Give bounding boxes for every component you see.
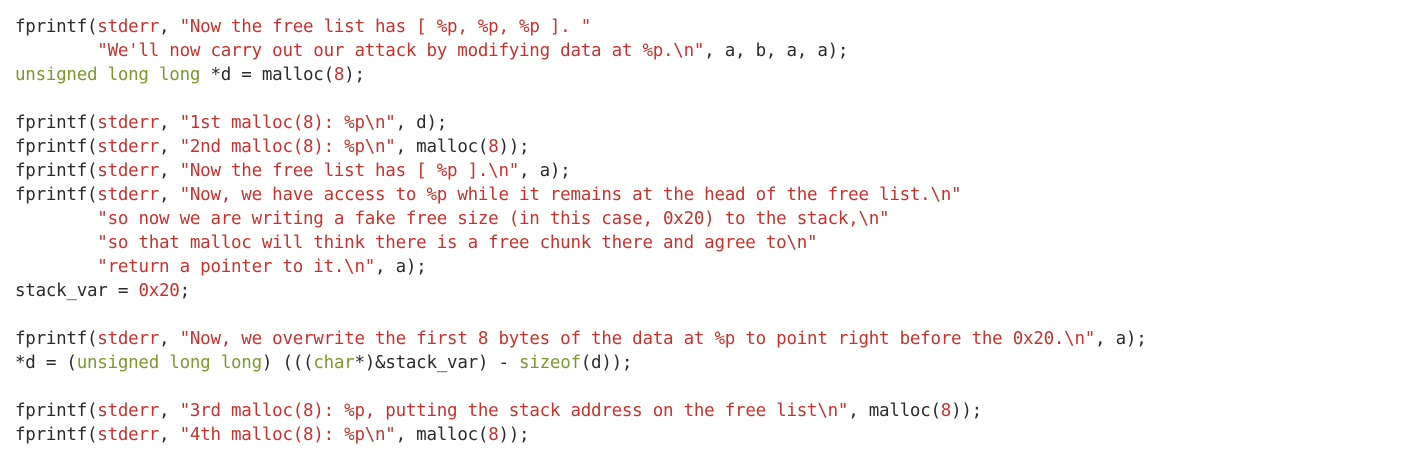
code-token-type: sizeof — [519, 353, 581, 373]
code-token-plain: , d); — [395, 113, 448, 133]
code-token-str: "We'll now carry out our attack by modif… — [97, 41, 705, 61]
code-token-type: unsigned long long — [76, 353, 262, 373]
code-line: "so that malloc will think there is a fr… — [15, 231, 1406, 255]
code-token-num: 8 — [488, 425, 499, 445]
code-token-plain: *)&stack_var) - — [354, 353, 520, 373]
code-token-str: "Now, we have access to %p while it rema… — [179, 185, 962, 205]
code-token-plain: ); — [344, 65, 365, 85]
code-token-str: stderr — [97, 161, 160, 181]
code-token-plain: fprintf( — [15, 137, 98, 157]
code-token-str: stderr — [97, 185, 160, 205]
code-token-plain: ; — [179, 281, 191, 301]
code-token-plain: )); — [951, 401, 982, 421]
code-token-plain: , — [159, 329, 180, 349]
code-token-str: "return a pointer to it.\n" — [97, 257, 376, 277]
code-line: fprintf(stderr, "Now, we have access to … — [15, 183, 1406, 207]
code-token-plain: , — [159, 161, 180, 181]
code-token-plain: fprintf( — [15, 425, 98, 445]
code-token-plain: , a); — [519, 161, 571, 181]
code-token-str: stderr — [97, 401, 160, 421]
code-line: fprintf(stderr, "2nd malloc(8): %p\n", m… — [15, 135, 1406, 159]
code-line: "so now we are writing a fake free size … — [15, 207, 1406, 231]
code-token-plain: , malloc( — [395, 137, 489, 157]
code-token-plain: , — [159, 425, 180, 445]
code-line: unsigned long long *d = malloc(8); — [15, 63, 1406, 87]
code-token-plain: fprintf( — [15, 185, 98, 205]
code-line: fprintf(stderr, "Now, we overwrite the f… — [15, 327, 1406, 351]
code-token-plain: stack_var = — [15, 281, 139, 301]
code-token-str: "so now we are writing a fake free size … — [97, 209, 890, 229]
code-token-plain: ) ((( — [261, 353, 314, 373]
code-line: "We'll now carry out our attack by modif… — [15, 39, 1406, 63]
code-token-str: "2nd malloc(8): %p\n" — [179, 137, 396, 157]
code-token-plain: , — [159, 113, 180, 133]
code-token-num: 8 — [333, 65, 345, 85]
code-token-num: 8 — [940, 401, 952, 421]
code-token-plain: , a); — [375, 257, 427, 277]
code-token-str: "1st malloc(8): %p\n" — [179, 113, 396, 133]
code-token-plain: fprintf( — [15, 401, 98, 421]
code-token-plain: *d = ( — [15, 353, 77, 373]
code-line: "return a pointer to it.\n", a); — [15, 255, 1406, 279]
code-token-str: stderr — [97, 17, 160, 37]
code-token-str: stderr — [97, 137, 160, 157]
code-token-str: stderr — [97, 113, 160, 133]
code-token-plain: fprintf( — [15, 17, 98, 37]
code-token-str: "Now the free list has [ %p ].\n" — [179, 161, 520, 181]
code-line: fprintf(stderr, "3rd malloc(8): %p, putt… — [15, 399, 1406, 423]
code-token-type: char — [313, 353, 355, 373]
code-token-str: "Now, we overwrite the first 8 bytes of … — [179, 329, 1096, 349]
code-token-plain: , — [159, 17, 180, 37]
code-token-type: unsigned long long — [15, 65, 201, 85]
code-token-str: "4th malloc(8): %p\n" — [179, 425, 396, 445]
code-token-plain: , — [159, 137, 180, 157]
code-token-plain: , a, b, a, a); — [704, 41, 849, 61]
code-token-plain: )); — [498, 137, 530, 157]
code-token-plain: , — [159, 401, 180, 421]
code-token-num: 0x20 — [138, 281, 180, 301]
code-token-plain: , malloc( — [395, 425, 489, 445]
code-token-str: "3rd malloc(8): %p, putting the stack ad… — [179, 401, 849, 421]
code-token-plain: *d = malloc( — [200, 65, 334, 85]
code-line: *d = (unsigned long long) (((char*)&stac… — [15, 351, 1406, 375]
code-line: fprintf(stderr, "1st malloc(8): %p\n", d… — [15, 111, 1406, 135]
code-token-plain: )); — [498, 425, 530, 445]
code-token-plain: , malloc( — [848, 401, 941, 421]
code-token-plain: fprintf( — [15, 113, 98, 133]
code-token-plain: (d)); — [580, 353, 633, 373]
code-token-plain: , a); — [1095, 329, 1147, 349]
code-line: fprintf(stderr, "Now the free list has [… — [15, 159, 1406, 183]
code-token-num: 8 — [488, 137, 499, 157]
code-token-plain: fprintf( — [15, 161, 98, 181]
code-editor[interactable]: fprintf(stderr, "Now the free list has [… — [0, 0, 1406, 473]
code-token-str: "Now the free list has [ %p, %p, %p ]. " — [179, 17, 592, 37]
code-token-str: stderr — [97, 425, 160, 445]
code-token-plain: fprintf( — [15, 329, 98, 349]
code-line: fprintf(stderr, "4th malloc(8): %p\n", m… — [15, 423, 1406, 447]
code-lines: fprintf(stderr, "Now the free list has [… — [15, 15, 1406, 447]
code-token-str: "so that malloc will think there is a fr… — [97, 233, 818, 253]
code-line: stack_var = 0x20; — [15, 279, 1406, 303]
code-line: fprintf(stderr, "Now the free list has [… — [15, 15, 1406, 39]
code-token-plain: , — [159, 185, 180, 205]
code-token-str: stderr — [97, 329, 160, 349]
